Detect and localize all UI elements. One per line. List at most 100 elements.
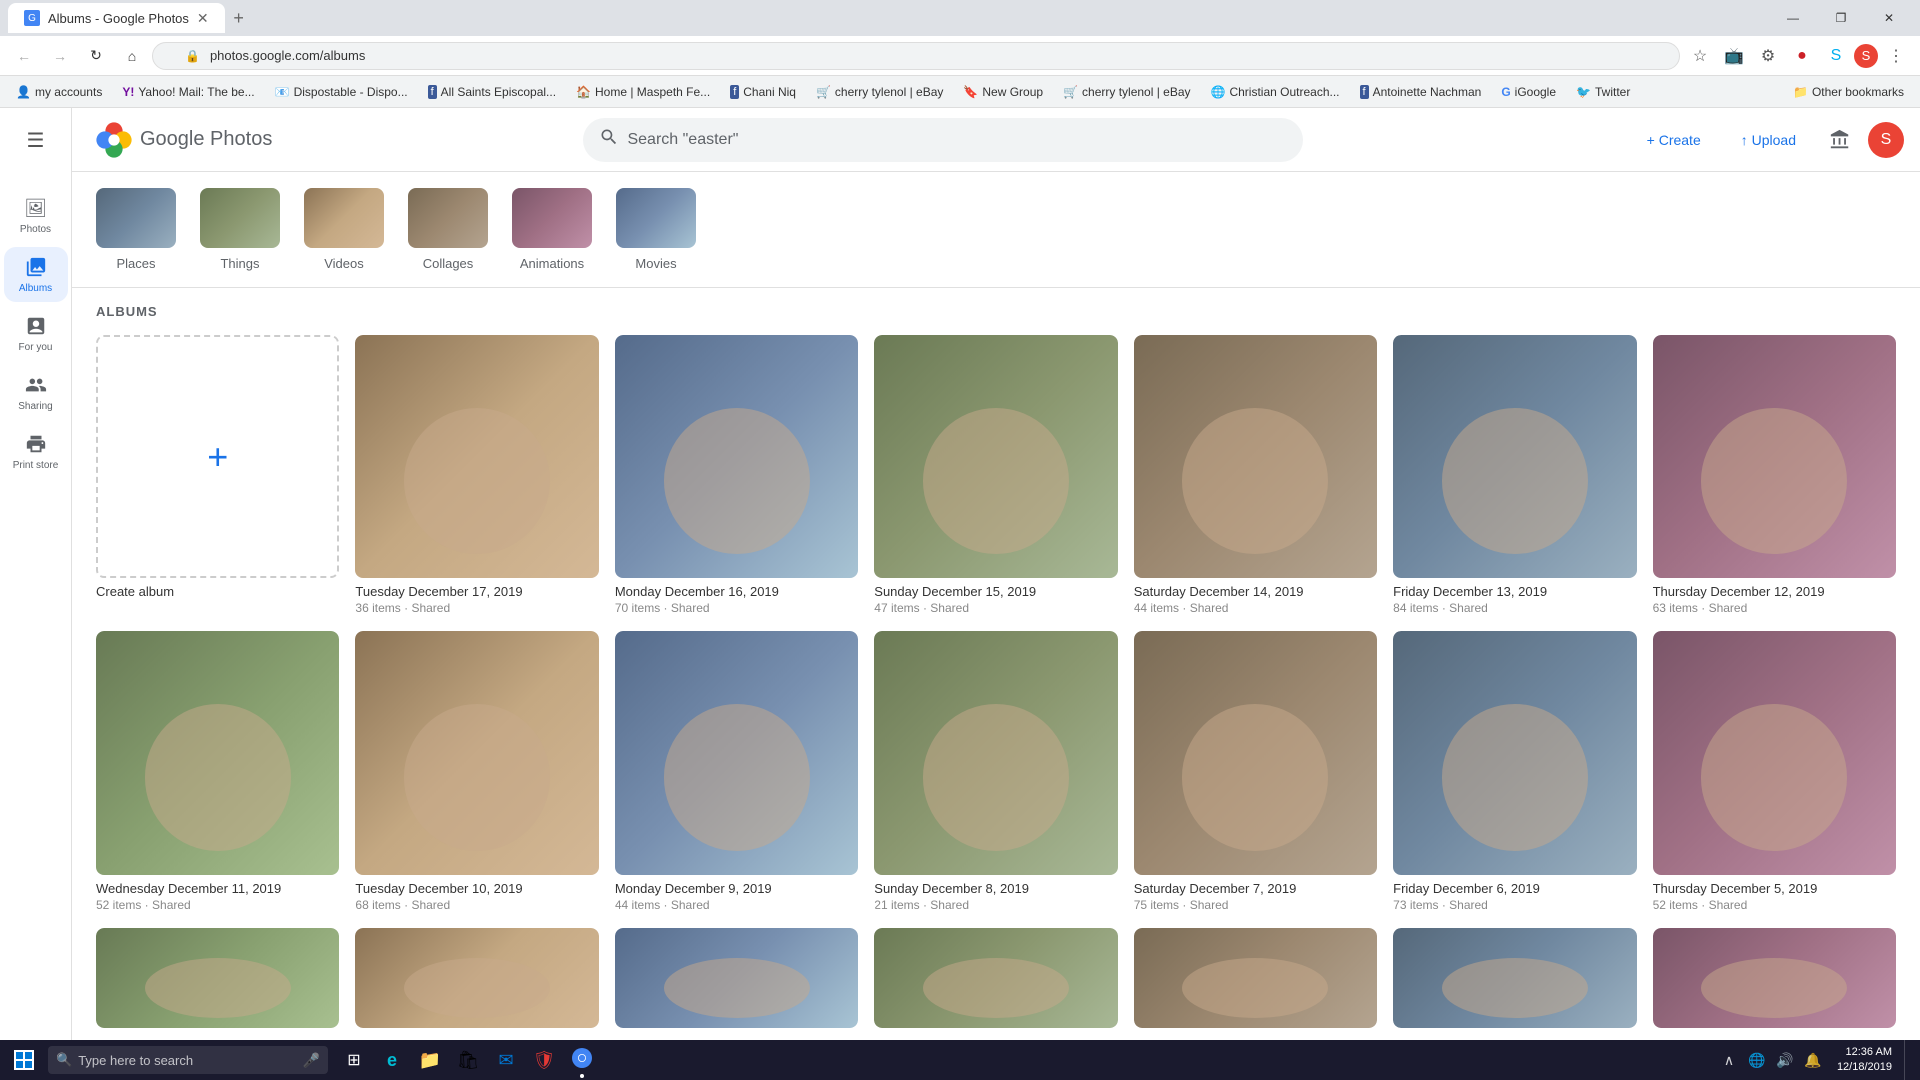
album-dec13[interactable]: Friday December 13, 2019 84 items · Shar… (1393, 335, 1636, 615)
bookmark-christian[interactable]: 🌐 Christian Outreach... (1203, 83, 1348, 101)
bookmark-accounts[interactable]: 👤 my accounts (8, 83, 110, 101)
album-dec4a[interactable] (96, 928, 339, 1028)
taskbar-explorer-button[interactable]: 📁 (412, 1040, 448, 1080)
lastpass-icon[interactable]: ● (1786, 40, 1818, 72)
album-dec10-title: Tuesday December 10, 2019 (355, 881, 598, 896)
bookmark-dispostable[interactable]: 📧 Dispostable - Dispo... (267, 83, 416, 101)
bookmark-yahoo[interactable]: Y! Yahoo! Mail: The be... (114, 83, 262, 101)
active-tab[interactable]: G Albums - Google Photos ✕ (8, 3, 225, 33)
album-dec4e[interactable] (1134, 928, 1377, 1028)
reload-button[interactable]: ↻ (80, 40, 112, 72)
notification-icon[interactable]: 🔔 (1801, 1040, 1825, 1080)
taskbar-antivirus-button[interactable]: 🛡 (526, 1040, 562, 1080)
skype-icon[interactable]: S (1820, 40, 1852, 72)
create-album-card[interactable]: + Create album (96, 335, 339, 615)
clock-time: 12:36 AM (1837, 1045, 1892, 1060)
bookmark-other[interactable]: 📁 Other bookmarks (1785, 83, 1912, 101)
sidebar-item-foryou[interactable]: For you (4, 306, 68, 361)
bookmark-antoinette-icon: f (1360, 85, 1369, 99)
search-bar[interactable]: Search "easter" (583, 118, 1303, 162)
new-tab-button[interactable]: + (225, 4, 253, 32)
sidebar-item-sharing[interactable]: Sharing (4, 365, 68, 420)
album-dec14-thumb (1134, 335, 1377, 578)
album-dec7[interactable]: Saturday December 7, 2019 75 items · Sha… (1134, 631, 1377, 911)
album-dec5[interactable]: Thursday December 5, 2019 52 items · Sha… (1653, 631, 1896, 911)
profile-icon[interactable]: S (1854, 44, 1878, 68)
category-things-thumb (200, 188, 280, 248)
maximize-button[interactable]: ❐ (1818, 3, 1864, 33)
network-icon[interactable]: 🌐 (1745, 1040, 1769, 1080)
album-dec4c[interactable] (615, 928, 858, 1028)
upload-button[interactable]: ↑ Upload (1725, 124, 1812, 156)
category-places[interactable]: Places (96, 188, 176, 271)
taskbar-system-tray: ∧ 🌐 🔊 🔔 12:36 AM 12/18/2019 (1717, 1040, 1920, 1080)
category-movies[interactable]: Movies (616, 188, 696, 271)
albums-section: ALBUMS + Create album Tuesday December 1… (72, 288, 1920, 1044)
category-videos[interactable]: Videos (304, 188, 384, 271)
album-dec12[interactable]: Thursday December 12, 2019 63 items · Sh… (1653, 335, 1896, 615)
cast-icon[interactable]: 📺 (1718, 40, 1750, 72)
system-clock[interactable]: 12:36 AM 12/18/2019 (1829, 1045, 1900, 1076)
album-dec6[interactable]: Friday December 6, 2019 73 items · Share… (1393, 631, 1636, 911)
taskbar-chrome-button[interactable] (564, 1040, 600, 1080)
bookmark-igoogle[interactable]: G iGoogle (1493, 83, 1564, 101)
taskbar-store-button[interactable]: 🛍 (450, 1040, 486, 1080)
back-button[interactable]: ← (8, 40, 40, 72)
create-album-button[interactable]: + (96, 335, 339, 578)
sidebar-menu-button[interactable]: ☰ (12, 116, 60, 164)
bookmark-cherry1[interactable]: 🛒 cherry tylenol | eBay (808, 83, 951, 101)
album-dec17[interactable]: Tuesday December 17, 2019 36 items · Sha… (355, 335, 598, 615)
menu-icon[interactable]: ⋮ (1880, 40, 1912, 72)
create-button[interactable]: + Create (1631, 124, 1717, 156)
forward-button[interactable]: → (44, 40, 76, 72)
address-bar[interactable]: 🔒 photos.google.com/albums (152, 42, 1680, 70)
album-dec10[interactable]: Tuesday December 10, 2019 68 items · Sha… (355, 631, 598, 911)
album-dec8[interactable]: Sunday December 8, 2019 21 items · Share… (874, 631, 1117, 911)
album-dec14[interactable]: Saturday December 14, 2019 44 items · Sh… (1134, 335, 1377, 615)
album-dec16[interactable]: Monday December 16, 2019 70 items · Shar… (615, 335, 858, 615)
bookmark-newgroup[interactable]: 🔖 New Group (955, 83, 1051, 101)
star-icon[interactable]: ☆ (1684, 40, 1716, 72)
start-button[interactable] (0, 1040, 48, 1080)
show-desktop-button[interactable] (1904, 1040, 1912, 1080)
security-lock-icon: 🔒 (185, 49, 200, 63)
sidebar-item-photos[interactable]: 🖼 Photos (4, 188, 68, 243)
bookmark-maspeth[interactable]: 🏠 Home | Maspeth Fe... (568, 83, 718, 101)
sidebar-item-albums[interactable]: Albums (4, 247, 68, 302)
album-dec4b-face (404, 958, 550, 1018)
bookmark-chani[interactable]: f Chani Niq (722, 83, 804, 101)
apps-grid-button[interactable] (1820, 120, 1860, 160)
tab-close-button[interactable]: ✕ (197, 10, 209, 27)
album-dec4g[interactable] (1653, 928, 1896, 1028)
album-dec15-thumb (874, 335, 1117, 578)
category-animations[interactable]: Animations (512, 188, 592, 271)
bookmark-allsaints[interactable]: f All Saints Episcopal... (420, 83, 564, 101)
album-dec4d[interactable] (874, 928, 1117, 1028)
album-dec4f[interactable] (1393, 928, 1636, 1028)
album-dec9[interactable]: Monday December 9, 2019 44 items · Share… (615, 631, 858, 911)
taskbar-mail-button[interactable]: ✉ (488, 1040, 524, 1080)
album-dec14-title: Saturday December 14, 2019 (1134, 584, 1377, 599)
extensions-icon[interactable]: ⚙ (1752, 40, 1784, 72)
album-dec9-thumb (615, 631, 858, 874)
bookmark-antoinette[interactable]: f Antoinette Nachman (1352, 83, 1490, 101)
album-dec11[interactable]: Wednesday December 11, 2019 52 items · S… (96, 631, 339, 911)
home-button[interactable]: ⌂ (116, 40, 148, 72)
album-dec4b[interactable] (355, 928, 598, 1028)
taskbar-edge-button[interactable]: e (374, 1040, 410, 1080)
taskbar-taskview-button[interactable]: ⊞ (336, 1040, 372, 1080)
user-avatar[interactable]: S (1868, 122, 1904, 158)
minimize-button[interactable]: — (1770, 3, 1816, 33)
category-things[interactable]: Things (200, 188, 280, 271)
volume-icon[interactable]: 🔊 (1773, 1040, 1797, 1080)
category-collages[interactable]: Collages (408, 188, 488, 271)
bookmark-cherry2[interactable]: 🛒 cherry tylenol | eBay (1055, 83, 1198, 101)
album-dec4b-thumb (355, 928, 598, 1028)
show-hidden-icons-button[interactable]: ∧ (1717, 1040, 1741, 1080)
taskbar-search[interactable]: 🔍 Type here to search 🎤 (48, 1046, 328, 1074)
bookmark-twitter[interactable]: 🐦 Twitter (1568, 83, 1638, 101)
close-button[interactable]: ✕ (1866, 3, 1912, 33)
album-dec15[interactable]: Sunday December 15, 2019 47 items · Shar… (874, 335, 1117, 615)
sidebar-item-printstore[interactable]: Print store (4, 424, 68, 479)
bookmark-chani-label: Chani Niq (743, 85, 796, 99)
